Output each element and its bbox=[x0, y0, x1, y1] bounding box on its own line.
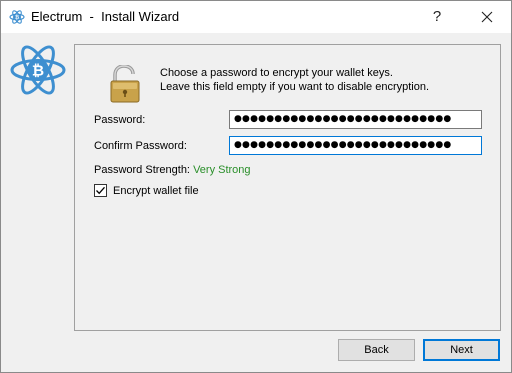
confirm-password-label: Confirm Password: bbox=[94, 140, 187, 152]
password-strength: Password Strength: Very Strong bbox=[94, 164, 251, 176]
electrum-logo-icon: ₿ bbox=[10, 45, 66, 95]
close-icon bbox=[481, 11, 493, 23]
svg-text:₿: ₿ bbox=[32, 62, 44, 80]
intro-line-1: Choose a password to encrypt your wallet… bbox=[160, 67, 393, 79]
help-button[interactable]: ? bbox=[423, 3, 451, 31]
encrypt-wallet-checkbox[interactable] bbox=[94, 184, 107, 197]
electrum-logo-icon: ₿ bbox=[9, 10, 25, 24]
intro-line-2: Leave this field empty if you want to di… bbox=[160, 81, 430, 93]
password-strength-value: Very Strong bbox=[193, 164, 251, 176]
password-strength-label: Password Strength: bbox=[94, 164, 190, 176]
confirm-password-field[interactable]: ●●●●●●●●●●●●●●●●●●●●●●●●●●● bbox=[229, 136, 482, 155]
svg-text:₿: ₿ bbox=[15, 14, 19, 21]
back-button[interactable]: Back bbox=[338, 339, 415, 361]
padlock-icon bbox=[110, 65, 140, 103]
checkmark-icon bbox=[96, 186, 105, 195]
title-bar: ₿ Electrum - Install Wizard ? bbox=[1, 1, 511, 33]
password-label: Password: bbox=[94, 114, 146, 126]
content-panel: Choose a password to encrypt your wallet… bbox=[74, 44, 501, 331]
next-button[interactable]: Next bbox=[423, 339, 500, 361]
install-wizard-window: ₿ Electrum - Install Wizard ? ₿ Choose a… bbox=[0, 0, 512, 373]
intro-message: Choose a password to encrypt your wallet… bbox=[160, 66, 429, 94]
close-button[interactable] bbox=[471, 3, 503, 31]
encrypt-wallet-label[interactable]: Encrypt wallet file bbox=[113, 185, 199, 197]
password-field[interactable]: ●●●●●●●●●●●●●●●●●●●●●●●●●●● bbox=[229, 110, 482, 129]
window-title: Electrum - Install Wizard bbox=[31, 9, 180, 24]
